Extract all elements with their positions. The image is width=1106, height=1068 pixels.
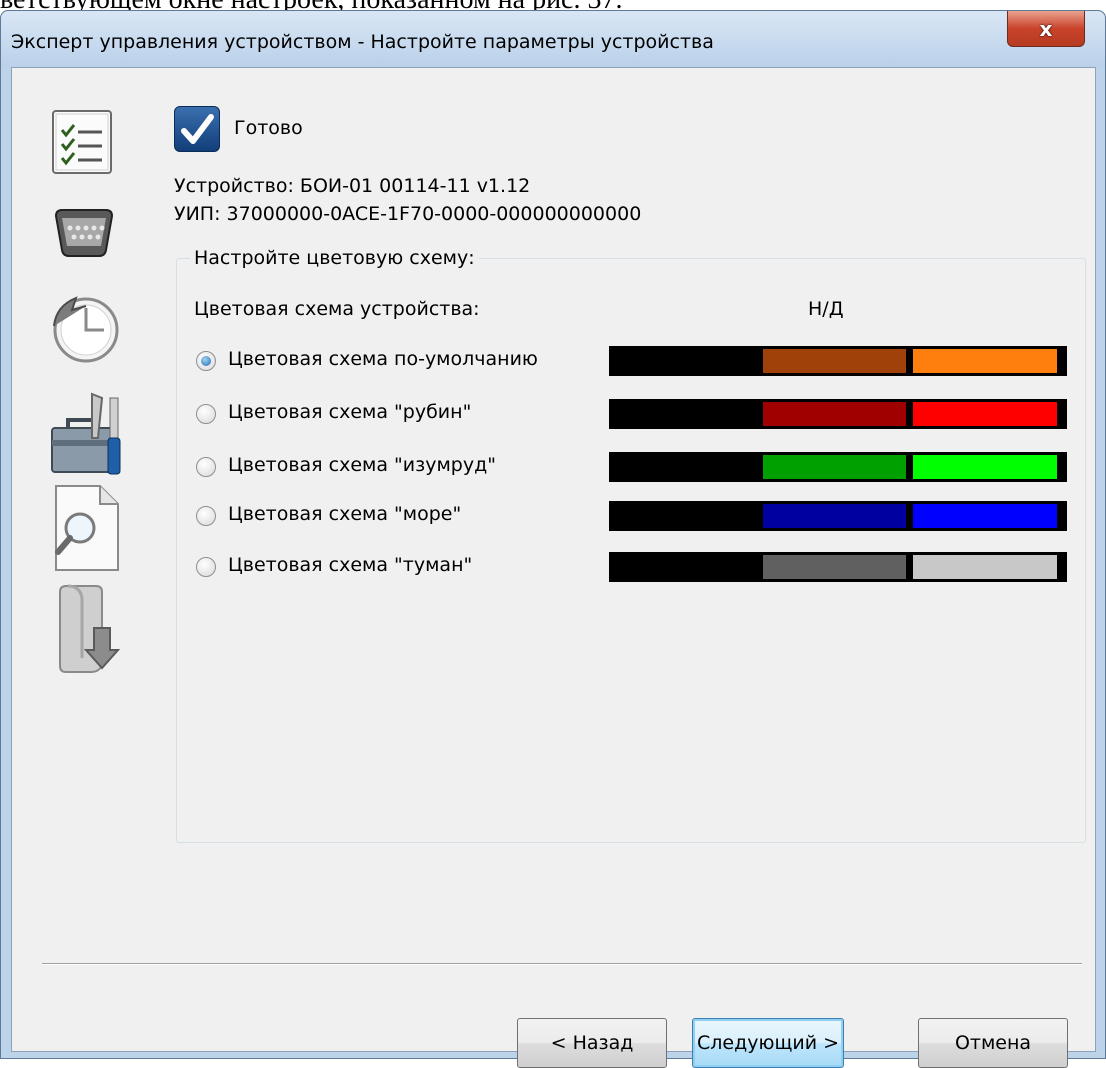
device-scheme-value: Н/Д: [808, 298, 844, 320]
wizard-window: Эксперт управления устройством - Настрой…: [0, 10, 1106, 1068]
scheme-option-default[interactable]: Цветовая схема по-умолчанию: [194, 346, 1074, 380]
swatch-bright-color: [913, 402, 1057, 426]
scheme-swatch-ruby: [609, 399, 1067, 429]
title-bar[interactable]: Эксперт управления устройством - Настрой…: [1, 11, 1105, 67]
wizard-client-area: Готово Устройство: БОИ-01 00114-11 v1.12…: [11, 67, 1096, 1068]
scheme-label-ruby: Цветовая схема "рубин": [228, 401, 472, 423]
back-button[interactable]: < Назад: [517, 1018, 667, 1068]
swatch-mid-color: [763, 349, 906, 373]
search-document-icon: [55, 485, 119, 571]
scheme-swatch-sea: [609, 501, 1067, 531]
scheme-label-sea: Цветовая схема "море": [228, 503, 462, 525]
scheme-radio-fog[interactable]: [196, 557, 216, 577]
footer-separator: [42, 963, 1082, 964]
clock-history-icon: [53, 296, 119, 363]
checklist-icon: [52, 110, 112, 174]
swatch-bright-color: [913, 555, 1057, 579]
scheme-swatch-fog: [609, 552, 1067, 582]
scheme-option-ruby[interactable]: Цветовая схема "рубин": [194, 399, 1074, 433]
scheme-label-emerald: Цветовая схема "изумруд": [228, 454, 496, 476]
color-scheme-legend: Настройте цветовую схему:: [190, 247, 479, 269]
close-button[interactable]: x: [1007, 11, 1085, 47]
scheme-swatch-emerald: [609, 452, 1067, 482]
swatch-bright-color: [913, 504, 1057, 528]
swatch-bright-color: [913, 349, 1057, 373]
scheme-radio-default[interactable]: [196, 351, 216, 371]
toolbox-icon: [51, 392, 121, 475]
scheme-label-default: Цветовая схема по-умолчанию: [228, 348, 538, 370]
swatch-bright-color: [913, 455, 1057, 479]
serial-port-icon: [54, 209, 114, 257]
ready-label: Готово: [234, 117, 303, 139]
device-info: Устройство: БОИ-01 00114-11 v1.12: [174, 175, 531, 197]
scheme-swatch-default: [609, 346, 1067, 376]
uip-info: УИП: 37000000-0ACE-1F70-0000-00000000000…: [174, 203, 642, 225]
folder-download-icon: [59, 584, 121, 673]
window-title: Эксперт управления устройством - Настрой…: [11, 31, 714, 53]
swatch-mid-color: [763, 402, 906, 426]
scheme-radio-emerald[interactable]: [196, 457, 216, 477]
next-button[interactable]: Следующий >: [692, 1018, 844, 1068]
scheme-label-fog: Цветовая схема "туман": [228, 554, 473, 576]
scheme-option-sea[interactable]: Цветовая схема "море": [194, 501, 1074, 535]
swatch-mid-color: [763, 504, 906, 528]
cancel-button[interactable]: Отмена: [918, 1018, 1068, 1068]
ready-check-icon: [174, 106, 220, 152]
scheme-radio-sea[interactable]: [196, 506, 216, 526]
device-scheme-label: Цветовая схема устройства:: [194, 298, 480, 320]
scheme-option-fog[interactable]: Цветовая схема "туман": [194, 552, 1074, 586]
scheme-radio-ruby[interactable]: [196, 404, 216, 424]
scheme-option-emerald[interactable]: Цветовая схема "изумруд": [194, 452, 1074, 486]
swatch-mid-color: [763, 555, 906, 579]
close-icon: x: [1039, 16, 1053, 41]
swatch-mid-color: [763, 455, 906, 479]
